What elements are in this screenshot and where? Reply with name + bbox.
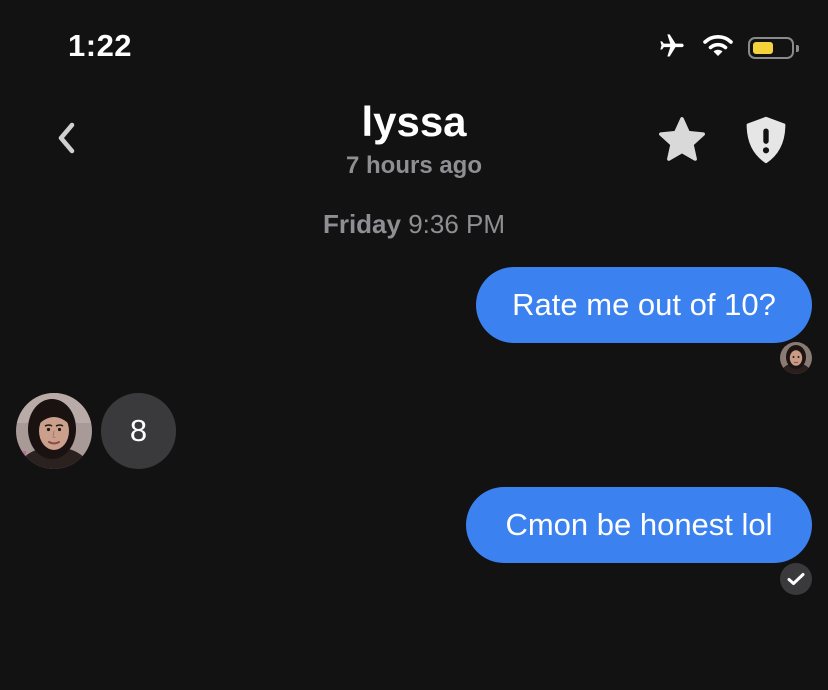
star-icon	[659, 117, 705, 161]
safety-button[interactable]	[740, 112, 792, 168]
status-time: 1:22	[68, 28, 133, 63]
chat-screen: 1:22 lyssa 7 hours ago Friday 9:36 PM Ra…	[0, 0, 828, 690]
incoming-message[interactable]: 8	[101, 393, 176, 469]
delivered-receipt	[780, 563, 812, 595]
shield-alert-icon	[746, 116, 786, 164]
outgoing-message[interactable]: Cmon be honest lol	[466, 487, 812, 563]
airplane-icon	[656, 32, 688, 65]
timestamp-day: Friday	[322, 209, 401, 239]
avatar-image	[780, 342, 812, 374]
timestamp-time: 9:36 PM	[408, 209, 506, 239]
delivered-check-icon	[787, 573, 805, 585]
battery-level	[753, 42, 773, 54]
battery-cap	[796, 45, 799, 52]
outgoing-message[interactable]: Rate me out of 10?	[476, 267, 812, 343]
avatar-image	[16, 393, 92, 469]
conversation-timestamp: Friday 9:36 PM	[0, 209, 828, 240]
favorite-button[interactable]	[654, 112, 710, 168]
contact-avatar[interactable]	[16, 393, 92, 469]
wifi-icon	[702, 33, 734, 64]
read-receipt-avatar	[780, 342, 812, 374]
battery-icon	[748, 37, 799, 59]
status-icons	[656, 30, 799, 66]
